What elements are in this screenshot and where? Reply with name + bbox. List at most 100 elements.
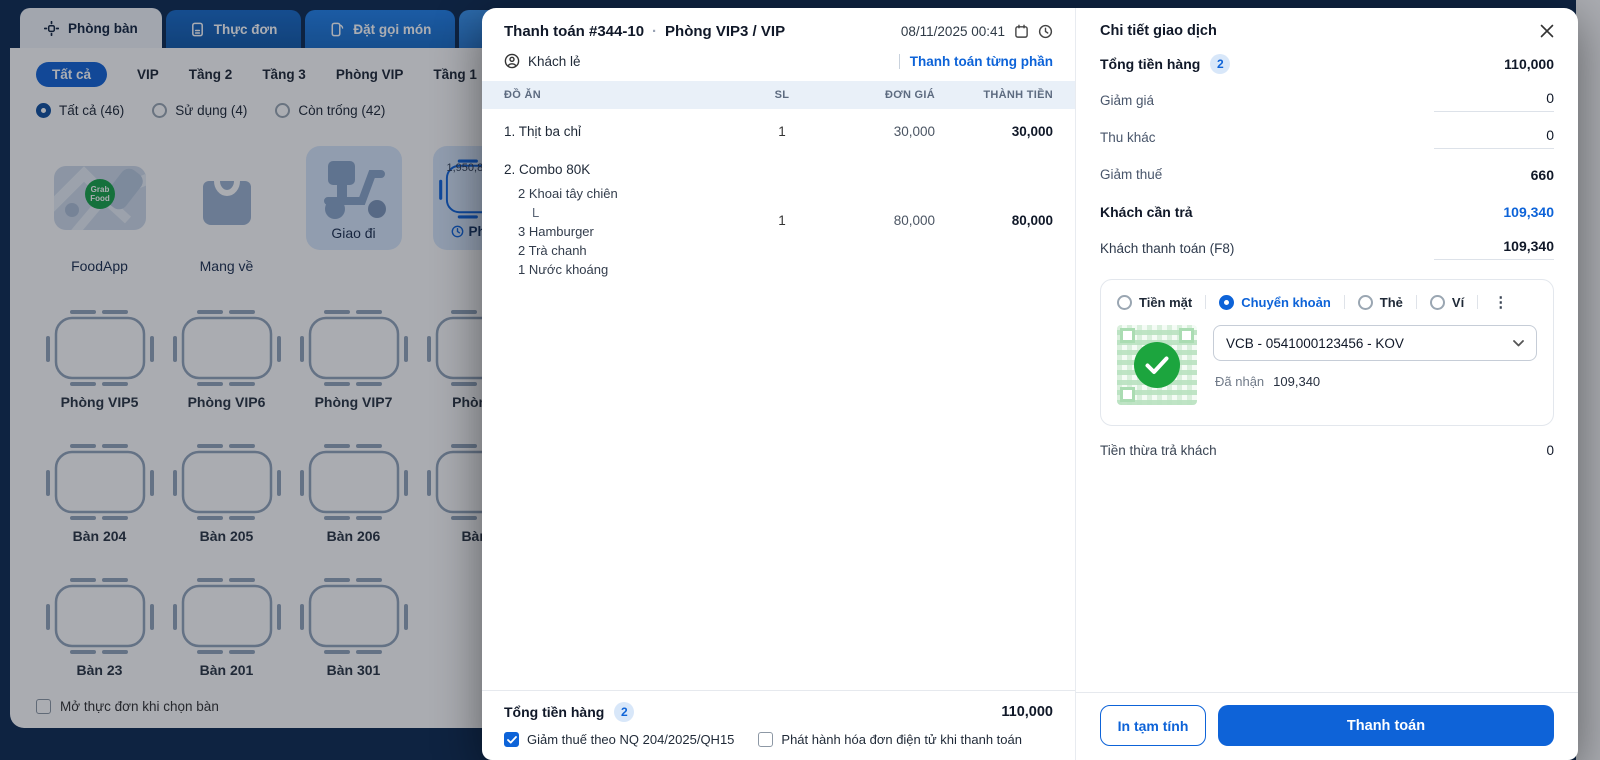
col-line-total: THÀNH TIỀN bbox=[983, 89, 1053, 101]
total-label: Tổng tiền hàng bbox=[1100, 55, 1201, 72]
discount-input[interactable]: 0 bbox=[1434, 90, 1554, 112]
checkbox-label: Giảm thuế theo NQ 204/2025/QH15 bbox=[527, 732, 735, 747]
change-row: Tiền thừa trả khách 0 bbox=[1100, 443, 1554, 458]
item-count-badge: 2 bbox=[614, 702, 635, 722]
method-label: Ví bbox=[1451, 294, 1465, 310]
item-qty: 1 bbox=[778, 124, 786, 139]
bill-total-value: 110,000 bbox=[1001, 704, 1053, 720]
combo-sub-items: 2 Khoai tây chiên L 3 Hamburger 2 Trà ch… bbox=[504, 184, 747, 279]
radio-dot bbox=[1429, 294, 1445, 310]
col-qty: SL bbox=[774, 89, 790, 101]
bill-item-row[interactable]: 1. Thịt ba chỉ 1 30,000 30,000 bbox=[504, 111, 1053, 149]
dialog-actions: In tạm tính Thanh toán bbox=[1076, 692, 1578, 760]
divider bbox=[1343, 295, 1345, 309]
divider bbox=[1415, 295, 1417, 309]
customer-pays-row: Khách thanh toán (F8) 109,340 bbox=[1100, 230, 1554, 267]
radio-dot-selected bbox=[1219, 294, 1235, 310]
radio-dot bbox=[1117, 294, 1132, 310]
checkbox-checked bbox=[504, 732, 519, 747]
room-name: Phòng VIP3 / VIP bbox=[665, 23, 786, 40]
partial-payment-link[interactable]: Thanh toán từng phần bbox=[910, 54, 1053, 69]
radio-dot bbox=[1357, 294, 1373, 310]
customer-name: Khách lẻ bbox=[528, 53, 581, 69]
qr-finder bbox=[1120, 328, 1135, 343]
customer-icon bbox=[504, 53, 520, 69]
change-label: Tiền thừa trả khách bbox=[1100, 443, 1217, 458]
more-methods-icon[interactable]: ⋮ bbox=[1491, 293, 1510, 311]
discount-label: Giảm giá bbox=[1100, 93, 1155, 108]
qr-finder bbox=[1179, 328, 1194, 343]
other-fee-input[interactable]: 0 bbox=[1434, 127, 1554, 149]
tax-reduction-value: 660 bbox=[1530, 166, 1554, 183]
other-fee-row: Thu khác 0 bbox=[1100, 119, 1554, 156]
col-item: ĐỒ ĂN bbox=[504, 89, 541, 101]
tax-reduction-label: Giảm thuế bbox=[1100, 167, 1163, 182]
bill-total-label: Tổng tiền hàng bbox=[504, 704, 605, 720]
details-title: Chi tiết giao dịch bbox=[1100, 23, 1217, 39]
chevron-down-icon bbox=[1513, 339, 1524, 346]
sub-item: 1 Nước khoáng bbox=[518, 262, 609, 277]
bill-datetime: 08/11/2025 00:41 bbox=[900, 24, 1005, 39]
sub-item: 3 Hamburger bbox=[518, 224, 594, 239]
print-provisional-button[interactable]: In tạm tính bbox=[1100, 705, 1206, 746]
item-name: 2. Combo 80K bbox=[504, 162, 591, 177]
sub-item: 2 Khoai tây chiên bbox=[518, 186, 618, 201]
total-value: 110,000 bbox=[1504, 55, 1554, 72]
bill-item-row[interactable]: 2. Combo 80K 2 Khoai tây chiên L 3 Hambu… bbox=[504, 149, 1053, 289]
qr-finder bbox=[1120, 387, 1135, 402]
tax-reduction-row: Giảm thuế 660 bbox=[1100, 156, 1554, 193]
item-qty: 1 bbox=[778, 213, 786, 228]
payment-method-card: Tiền mặt Chuyển khoản Thẻ Ví ⋮ VCB - 054… bbox=[1100, 279, 1554, 426]
customer-pays-input[interactable]: 109,340 bbox=[1434, 238, 1554, 260]
calendar-icon[interactable] bbox=[1014, 24, 1029, 39]
sub-item: 2 Trà chanh bbox=[518, 243, 587, 258]
method-bank-transfer[interactable]: Chuyển khoản bbox=[1219, 294, 1331, 310]
divider bbox=[898, 53, 900, 69]
customer-selector[interactable]: Khách lẻ bbox=[504, 53, 581, 69]
amount-due-label: Khách cần trả bbox=[1100, 203, 1193, 220]
discount-row: Giảm giá 0 bbox=[1100, 82, 1554, 119]
sub-item-option: L bbox=[532, 205, 540, 220]
bill-panel: Thanh toán #344-10 · Phòng VIP3 / VIP 08… bbox=[482, 8, 1076, 760]
item-total: 30,000 bbox=[1011, 124, 1053, 139]
payment-success-check-icon bbox=[1134, 342, 1180, 388]
method-label: Thẻ bbox=[1379, 294, 1403, 310]
item-total: 80,000 bbox=[1011, 213, 1053, 228]
item-count-badge: 2 bbox=[1210, 53, 1231, 74]
close-icon[interactable] bbox=[1540, 24, 1554, 38]
amount-due-row: Khách cần trả 109,340 bbox=[1100, 193, 1554, 230]
checkbox-label: Phát hành hóa đơn điện tử khi thanh toán bbox=[781, 732, 1022, 747]
clock-icon[interactable] bbox=[1038, 24, 1053, 39]
details-total-row: Tổng tiền hàng 2 110,000 bbox=[1100, 45, 1554, 82]
payment-dialog: Thanh toán #344-10 · Phòng VIP3 / VIP 08… bbox=[482, 8, 1578, 760]
method-label: Tiền mặt bbox=[1139, 294, 1193, 310]
method-label: Chuyển khoản bbox=[1241, 294, 1331, 310]
checkbox-unchecked bbox=[758, 732, 774, 747]
item-unit-price: 30,000 bbox=[893, 124, 935, 139]
method-wallet[interactable]: Ví bbox=[1429, 294, 1465, 310]
received-value: 109,340 bbox=[1273, 374, 1321, 389]
dot-separator: · bbox=[652, 23, 658, 40]
item-unit-price: 80,000 bbox=[893, 213, 935, 228]
bank-account-select[interactable]: VCB - 0541000123456 - KOV bbox=[1213, 325, 1537, 361]
payment-qr-code bbox=[1117, 325, 1197, 405]
received-label: Đã nhận bbox=[1215, 374, 1265, 389]
transaction-details-panel: Chi tiết giao dịch Tổng tiền hàng 2 110,… bbox=[1076, 8, 1578, 760]
bill-footer: Tổng tiền hàng 2 110,000 Giảm thuế theo … bbox=[482, 690, 1075, 760]
method-cash[interactable]: Tiền mặt bbox=[1117, 294, 1193, 310]
amount-due-value: 109,340 bbox=[1503, 203, 1554, 220]
change-value: 0 bbox=[1546, 443, 1554, 458]
einvoice-checkbox[interactable]: Phát hành hóa đơn điện tử khi thanh toán bbox=[758, 732, 1022, 747]
item-name: 1. Thịt ba chỉ bbox=[504, 124, 582, 139]
bill-table-header: ĐỒ ĂN SL ĐƠN GIÁ THÀNH TIỀN bbox=[482, 81, 1075, 109]
bank-account-value: VCB - 0541000123456 - KOV bbox=[1226, 335, 1404, 351]
pay-button[interactable]: Thanh toán bbox=[1218, 705, 1554, 746]
divider bbox=[1477, 295, 1479, 309]
method-card[interactable]: Thẻ bbox=[1357, 294, 1403, 310]
payment-title: Thanh toán #344-10 bbox=[504, 23, 645, 40]
tax-reduction-checkbox[interactable]: Giảm thuế theo NQ 204/2025/QH15 bbox=[504, 732, 734, 747]
customer-pays-label: Khách thanh toán (F8) bbox=[1100, 241, 1235, 256]
col-unit-price: ĐƠN GIÁ bbox=[885, 89, 935, 101]
other-fee-label: Thu khác bbox=[1100, 130, 1156, 145]
divider bbox=[1205, 295, 1207, 309]
